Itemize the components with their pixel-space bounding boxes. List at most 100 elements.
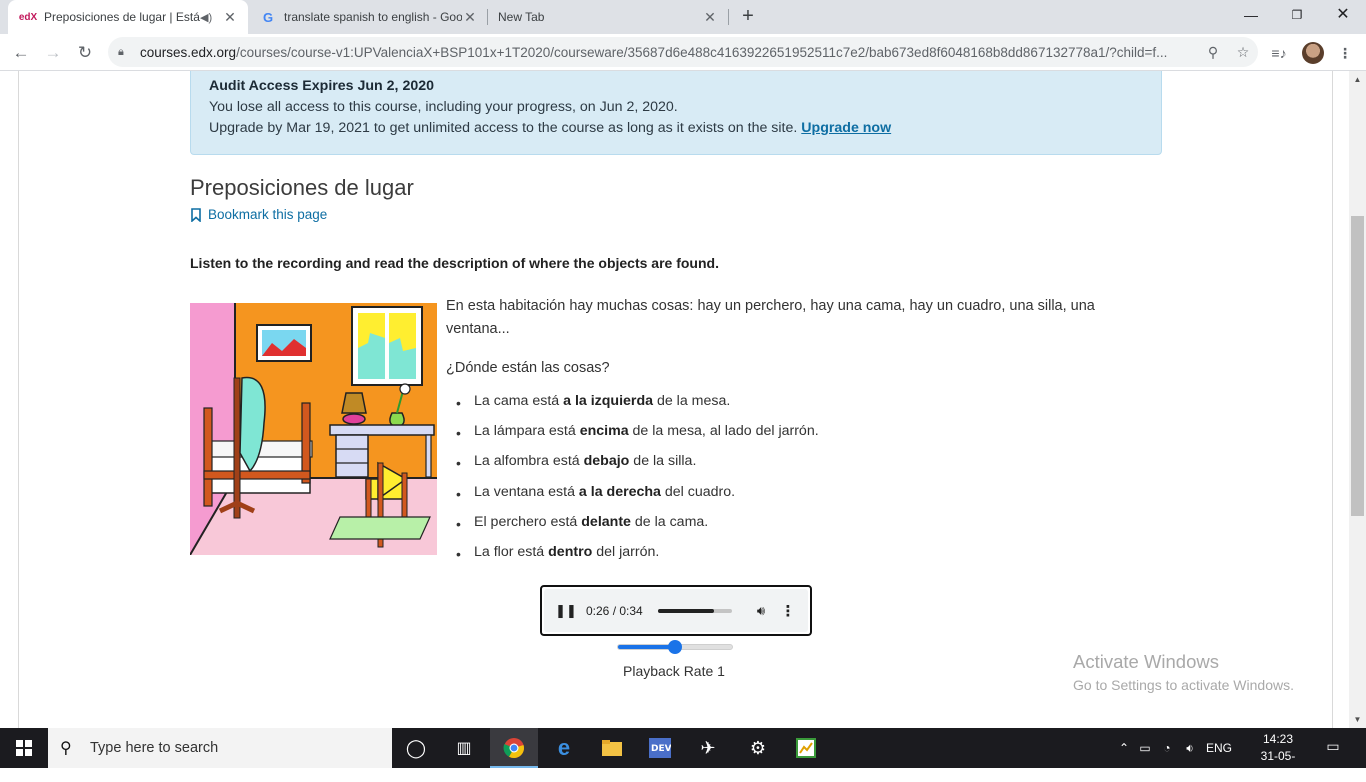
minimize-button[interactable]: —	[1228, 0, 1274, 30]
close-tab-icon[interactable]: ✕	[702, 9, 718, 25]
page-scrollbar[interactable]: ▲ ▼	[1349, 71, 1366, 728]
profile-avatar[interactable]	[1302, 42, 1324, 64]
new-tab-button[interactable]: +	[736, 5, 760, 29]
back-button[interactable]: ←	[8, 40, 34, 66]
more-options-icon[interactable]: ⋮	[778, 602, 798, 620]
scroll-down-arrow-icon[interactable]: ▼	[1349, 711, 1366, 728]
room-illustration	[190, 303, 437, 555]
chrome-taskbar-icon[interactable]	[490, 728, 538, 768]
google-favicon-icon: G	[262, 9, 274, 25]
svg-text:DEV: DEV	[651, 744, 671, 754]
fish-app-icon[interactable]: ✈	[684, 728, 732, 768]
playback-rate-label: Playback Rate 1	[623, 663, 725, 679]
star-bookmark-icon[interactable]: ☆	[1228, 44, 1258, 61]
list-text-pre: La alfombra está	[474, 453, 584, 470]
playback-rate-slider[interactable]	[617, 640, 733, 654]
audio-controls: ❚❚ 0:26 / 0:34 🔊︎ ⋮	[544, 589, 808, 632]
bullet-dot: •	[456, 395, 461, 411]
list-text-post: de la cama.	[630, 513, 709, 530]
close-tab-icon[interactable]: ✕	[222, 9, 238, 25]
file-explorer-icon[interactable]	[588, 728, 636, 768]
lock-icon[interactable]: 🔒︎	[118, 46, 132, 59]
windows-logo-icon	[16, 740, 32, 756]
bullet-dot: •	[456, 515, 461, 532]
system-tray: ⌃ ▭ ◔ 🔉︎ ENG	[1114, 728, 1244, 768]
activate-windows-watermark: Activate Windows Go to Settings to activ…	[1073, 651, 1294, 693]
restore-button[interactable]: ❐	[1274, 0, 1320, 30]
list-text-bold: encima	[579, 423, 629, 440]
volume-icon[interactable]: 🔊︎	[748, 603, 774, 619]
instructions: Listen to the recording and read the des…	[190, 255, 719, 271]
rate-slider-fill	[618, 645, 675, 649]
settings-gear-icon[interactable]: ⚙	[734, 728, 782, 768]
list-item-text: La ventana está a la derecha del cuadro.	[474, 484, 735, 500]
bullet-dot: •	[456, 545, 461, 562]
chart-doc-icon	[796, 738, 816, 758]
zoom-search-icon[interactable]: ⚲	[1198, 44, 1228, 61]
close-tab-icon[interactable]: ✕	[462, 9, 478, 25]
rate-slider-handle[interactable]	[668, 640, 682, 654]
volume-tray-icon[interactable]: 🔉︎	[1178, 741, 1202, 756]
scroll-up-arrow-icon[interactable]: ▲	[1349, 71, 1366, 88]
task-view-icon[interactable]: ▥	[440, 728, 488, 768]
pause-icon[interactable]: ❚❚	[552, 603, 580, 619]
taskbar-clock[interactable]: 14:23 31-05-2020	[1248, 731, 1308, 782]
bookmark-label: Bookmark this page	[208, 207, 328, 222]
list-text-post: del cuadro.	[660, 483, 736, 500]
intro-paragraph: En esta habitación hay muchas cosas: hay…	[446, 298, 1095, 337]
cortana-icon[interactable]: ◯	[392, 728, 440, 768]
list-text-bold: dentro	[548, 543, 593, 560]
list-item-text: El perchero está delante de la cama.	[474, 514, 708, 530]
tab-translate[interactable]: G translate spanish to english - Goo ✕	[248, 0, 488, 34]
list-item: • La alfombra está debajo de la silla.	[456, 453, 819, 483]
address-bar[interactable]: 🔒︎ courses.edx.org/courses/course-v1:UPV…	[108, 37, 1258, 67]
dev-app-icon[interactable]: DEV	[636, 728, 684, 768]
tab-title: New Tab	[498, 10, 545, 24]
list-text-bold: delante	[581, 513, 631, 530]
reload-button[interactable]: ↻	[72, 40, 98, 66]
wifi-icon[interactable]: ◔	[1156, 741, 1178, 755]
preposition-list: • La cama está a la izquierda de la mesa.…	[456, 393, 819, 574]
audio-seek-bar[interactable]	[658, 608, 732, 613]
spreadsheet-app-icon[interactable]	[782, 728, 830, 768]
content-border-left	[18, 71, 19, 728]
list-text-pre: El perchero está	[474, 513, 582, 530]
scrollbar-thumb[interactable]	[1351, 216, 1364, 516]
list-text-pre: La flor está	[474, 543, 549, 560]
media-control-icon[interactable]: ≡♪	[1268, 42, 1290, 64]
audio-player[interactable]: ❚❚ 0:26 / 0:34 🔊︎ ⋮	[540, 585, 812, 636]
bookmark-button[interactable]: Bookmark this page	[190, 207, 327, 222]
page-viewport: Audit Access Expires Jun 2, 2020 You los…	[0, 71, 1366, 728]
chrome-logo-icon	[503, 738, 524, 759]
tab-title: translate spanish to english - Goo	[284, 10, 462, 24]
forward-button[interactable]: →	[40, 40, 66, 66]
list-text-post: de la silla.	[629, 453, 697, 470]
list-item-text: La alfombra está debajo de la silla.	[474, 453, 696, 469]
close-window-button[interactable]: ✕	[1320, 0, 1366, 30]
menu-kebab-icon[interactable]: ⋮	[1334, 42, 1356, 64]
tab-preposiciones[interactable]: edX Preposiciones de lugar | Está ◀) ✕	[8, 0, 248, 34]
start-button[interactable]	[0, 728, 48, 768]
folder-icon	[602, 740, 622, 756]
alert-title: Audit Access Expires Jun 2, 2020	[209, 78, 435, 94]
tab-new-tab[interactable]: New Tab ✕	[488, 0, 728, 34]
url-path: /courses/course-v1:UPValenciaX+BSP101x+1…	[236, 44, 1168, 60]
list-item-text: La cama está a la izquierda de la mesa.	[474, 393, 730, 409]
list-text-post: de la mesa, al lado del jarrón.	[628, 423, 819, 440]
chevron-up-icon[interactable]: ⌃	[1114, 741, 1134, 755]
browser-tab-bar: edX Preposiciones de lugar | Está ◀) ✕ G…	[0, 0, 1366, 34]
language-indicator[interactable]: ENG	[1202, 741, 1236, 755]
taskbar-search[interactable]: ⚲ Type here to search	[48, 728, 392, 768]
notification-center-icon[interactable]: ▭	[1323, 738, 1343, 758]
list-text-bold: debajo	[583, 453, 630, 470]
audit-access-alert: Audit Access Expires Jun 2, 2020 You los…	[190, 71, 1162, 155]
battery-icon[interactable]: ▭	[1134, 741, 1156, 755]
list-text-post: de la mesa.	[653, 393, 731, 409]
browser-toolbar: ← → ↻ 🔒︎ courses.edx.org/courses/course-…	[0, 34, 1366, 71]
speaker-icon[interactable]: ◀)	[200, 11, 214, 24]
list-item: • La flor está dentro del jarrón.	[456, 544, 819, 574]
list-text-bold: a la izquierda	[563, 393, 654, 409]
upgrade-now-link[interactable]: Upgrade now	[801, 120, 891, 136]
edge-icon[interactable]: e	[540, 728, 588, 768]
url-text[interactable]: courses.edx.org/courses/course-v1:UPVale…	[140, 45, 1198, 60]
